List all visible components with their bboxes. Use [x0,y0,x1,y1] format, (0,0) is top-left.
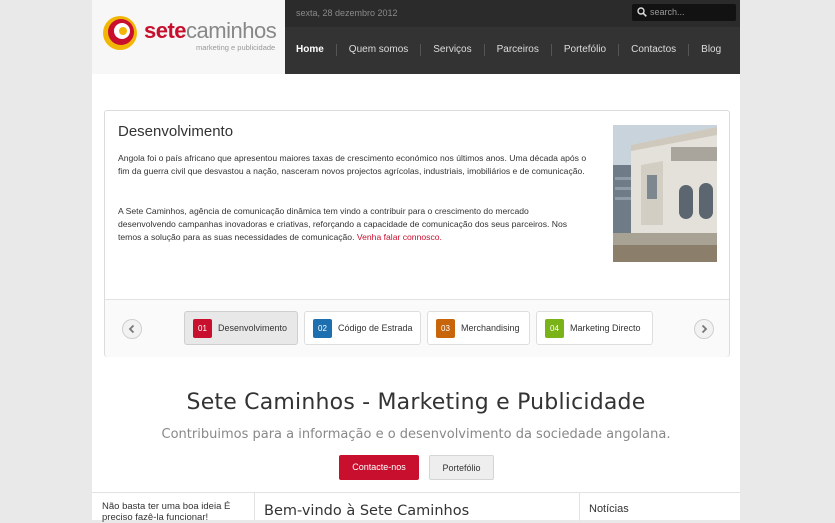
nav-item-portefolio[interactable]: Portefólio [550,44,618,56]
column-divider [254,493,255,521]
logo-text: setecaminhos [144,18,277,43]
current-date: sexta, 28 dezembro 2012 [296,8,398,18]
logo-tagline: marketing e publicidade [196,43,276,52]
slider-tab-codigo-de-estrada[interactable]: 02 Código de Estrada [304,311,421,345]
building-photo [613,125,717,262]
contact-link[interactable]: Venha falar connosco. [357,232,442,242]
site-header: setecaminhos marketing e publicidade sex… [92,0,740,74]
chevron-right-icon [701,324,708,334]
nav-item-contactos[interactable]: Contactos [618,44,688,56]
slider-tab-merchandising[interactable]: 03 Merchandising [427,311,530,345]
nav-item-blog[interactable]: Blog [688,44,733,56]
slider-tab-desenvolvimento[interactable]: 01 Desenvolvimento [184,311,298,345]
nav-item-quem-somos[interactable]: Quem somos [335,44,420,56]
search-icon[interactable] [637,7,647,17]
tab-label: Marketing Directo [570,323,641,333]
feature-slider: Desenvolvimento Angola foi o país africa… [104,110,730,357]
slider-tab-marketing-directo[interactable]: 04 Marketing Directo [536,311,653,345]
tab-number: 03 [436,318,455,338]
search-input[interactable] [650,5,732,19]
logo[interactable]: setecaminhos marketing e publicidade [92,0,285,74]
slide-paragraph: A Sete Caminhos, agência de comunicação … [118,206,568,242]
slide-paragraph: Angola foi o país africano que apresento… [118,153,587,176]
nav-item-home[interactable]: Home [285,44,336,56]
main-nav: Home Quem somos Serviços Parceiros Porte… [285,27,740,74]
slider-prev-button[interactable] [122,319,142,339]
welcome-heading: Bem-vindo à Sete Caminhos [264,503,470,519]
tab-label: Merchandising [461,323,520,333]
portfolio-button[interactable]: Portefólio [429,455,494,480]
search-box [632,4,736,21]
contact-button[interactable]: Contacte-nos [339,455,419,480]
top-bar: sexta, 28 dezembro 2012 Home Quem somos … [285,0,740,74]
page: setecaminhos marketing e publicidade sex… [92,0,740,523]
hero-title: Sete Caminhos - Marketing e Publicidade [186,390,646,415]
news-heading: Notícias [589,503,629,515]
tab-label: Código de Estrada [338,323,413,333]
slide-title: Desenvolvimento [118,123,234,140]
hero-subtitle: Contribuimos para a informação e o desen… [161,427,671,442]
tab-number: 02 [313,318,332,338]
slider-next-button[interactable] [694,319,714,339]
spiral-logo-icon [103,16,137,50]
nav-item-servicos[interactable]: Serviços [420,44,483,56]
nav-item-parceiros[interactable]: Parceiros [483,44,551,56]
column-divider [579,493,580,521]
content-columns: Não basta ter uma boa ideia É preciso fa… [92,492,740,523]
chevron-left-icon [128,324,135,334]
tab-label: Desenvolvimento [218,323,288,333]
tab-number: 04 [545,318,564,338]
tab-number: 01 [193,318,212,338]
slider-tabs: 01 Desenvolvimento 02 Código de Estrada … [105,299,729,357]
